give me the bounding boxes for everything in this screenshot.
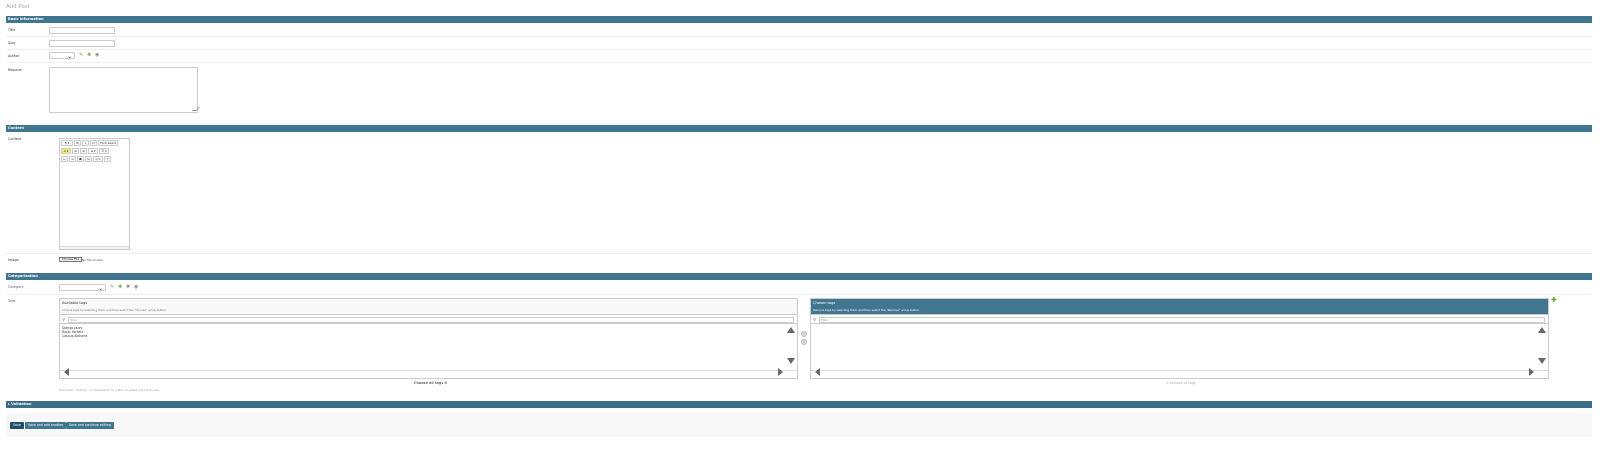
chosen-tags-box: Chosen tags Remove tags by selecting the… — [810, 298, 1549, 379]
text-color-button[interactable]: A ▾ — [61, 148, 71, 154]
title-input[interactable] — [49, 27, 115, 34]
code-view-button[interactable]: </> — [93, 156, 104, 162]
image-button[interactable]: ◼ — [77, 156, 84, 162]
plus-icon[interactable]: ✚ — [87, 52, 91, 58]
editor-text-area[interactable] — [61, 166, 128, 245]
author-select[interactable]: --------- ⌄ — [49, 52, 75, 60]
choose-file-button[interactable]: Choose File — [59, 257, 83, 262]
chosen-filter-row: ⚲ Filter — [811, 316, 1548, 324]
scroll-up-icon[interactable] — [787, 327, 795, 333]
bold-button[interactable]: B — [74, 140, 81, 146]
file-status: No file chosen — [82, 258, 104, 262]
tags-label: Tags — [8, 299, 16, 303]
row-divider — [6, 49, 1592, 50]
chosen-tags-help: Remove tags by selecting them and then s… — [813, 308, 921, 312]
font-size-dropdown[interactable]: Font size ▾ — [98, 140, 118, 146]
align-left-button[interactable]: ≡ — [72, 148, 79, 154]
section-basic-information: Basic information — [6, 16, 1592, 23]
row-divider — [6, 253, 1592, 254]
row-divider — [6, 294, 1592, 295]
choose-all-link[interactable]: Choose all tags ⊕ — [414, 381, 447, 385]
available-filter-input[interactable]: Filter — [68, 317, 794, 323]
scroll-right-icon[interactable] — [778, 368, 783, 376]
fullscreen-button[interactable]: ⊡ — [85, 156, 92, 162]
scroll-right-icon[interactable] — [1529, 368, 1534, 376]
italic-button[interactable]: I — [82, 140, 89, 146]
category-label: Category — [8, 285, 24, 289]
save-add-another-button[interactable]: Save and add another — [25, 422, 67, 429]
search-icon: ⚲ — [62, 317, 65, 322]
editor-statusbar — [60, 246, 129, 249]
resume-label: Resume — [8, 68, 22, 72]
indent-button[interactable]: ⇥ — [69, 156, 76, 162]
chevron-down-icon: ⌄ — [97, 285, 103, 292]
underline-button[interactable]: U — [90, 140, 97, 146]
list-item[interactable]: Cascus Ablivera — [62, 334, 785, 338]
title-label: Title — [8, 28, 16, 32]
scroll-down-icon[interactable] — [787, 358, 795, 364]
scroll-down-icon[interactable] — [1538, 358, 1546, 364]
available-filter-row: ⚲ Filter — [60, 316, 797, 324]
pencil-icon[interactable]: ✎ — [79, 52, 83, 58]
chosen-filter-input[interactable]: Filter — [819, 317, 1545, 323]
page-title: Add Post — [6, 4, 30, 10]
list-dropdown[interactable]: ≡ ▾ — [88, 148, 98, 154]
close-icon[interactable]: ✖ — [126, 284, 130, 290]
resize-grip-icon[interactable] — [192, 107, 200, 111]
choose-arrow-button[interactable]: › — [801, 331, 807, 337]
scroll-left-icon[interactable] — [815, 368, 820, 376]
remove-all-link[interactable]: ⊖ Remove all tags — [1166, 381, 1195, 385]
save-continue-editing-button[interactable]: Save and continue editing — [66, 422, 114, 429]
section-validation[interactable]: ▸ Validation — [6, 401, 1592, 408]
horizontal-scrollbar[interactable] — [60, 370, 797, 378]
author-select-value: --------- — [52, 54, 63, 58]
chosen-tags-list[interactable] — [813, 326, 1536, 366]
table-dropdown[interactable]: ☰ ▾ — [99, 148, 109, 154]
submit-row — [6, 413, 1592, 437]
format-dropdown[interactable]: ¶ ▾ — [61, 140, 73, 146]
chosen-tags-title: Chosen tags — [813, 301, 836, 305]
row-divider — [6, 36, 1592, 37]
editor-toolbar-row-1: ¶ ▾ B I U Font size ▾ — [61, 139, 118, 147]
horizontal-scrollbar[interactable] — [811, 370, 1548, 378]
available-tags-list[interactable]: Django Jazzy Rusty Yorkers Cascus Ablive… — [62, 326, 785, 366]
validation-title: Validation — [11, 402, 32, 406]
chevron-down-icon: ⌄ — [66, 53, 72, 60]
available-tags-help: Choose tags by selecting them and then s… — [62, 308, 167, 312]
section-content: Content — [6, 125, 1592, 132]
resume-textarea[interactable] — [49, 67, 200, 113]
search-icon: ⚲ — [813, 317, 816, 322]
category-select-value: --------- — [62, 286, 73, 290]
available-tags-title: Available tags — [62, 301, 88, 305]
section-categorization: Categorization — [6, 273, 1592, 280]
editor-toolbar-row-3: ⇤ ⇥ ◼ ⊡ </> ? — [61, 155, 112, 163]
eye-icon[interactable]: ◉ — [95, 52, 99, 58]
eye-icon[interactable]: ◉ — [134, 284, 138, 290]
pencil-icon[interactable]: ✎ — [110, 284, 114, 290]
save-button[interactable]: Save — [10, 422, 24, 429]
row-divider — [6, 62, 1592, 63]
help-button[interactable]: ? — [104, 156, 112, 162]
scroll-left-icon[interactable] — [64, 368, 69, 376]
available-tags-box: Available tags Choose tags by selecting … — [59, 298, 798, 379]
slug-label: Slug — [8, 41, 16, 45]
tags-help-text: Hold down "Control", or "Command" on a M… — [59, 388, 160, 392]
image-label: Image — [8, 258, 19, 262]
scroll-up-icon[interactable] — [1538, 327, 1546, 333]
rich-text-editor[interactable]: ¶ ▾ B I U Font size ▾ A ▾ ≡ ≡ ≡ ▾ ☰ ▾ ⇤ … — [59, 138, 130, 250]
add-tag-plus-icon[interactable]: ✚ — [1551, 297, 1557, 304]
editor-toolbar-row-2: A ▾ ≡ ≡ ≡ ▾ ☰ ▾ — [61, 147, 109, 155]
align-center-button[interactable]: ≡ — [80, 148, 87, 154]
outdent-button[interactable]: ⇤ — [61, 156, 68, 162]
author-label: Author — [8, 54, 20, 58]
plus-icon[interactable]: ✚ — [118, 284, 122, 290]
chosen-tags-header: Chosen tags Remove tags by selecting the… — [811, 299, 1548, 315]
remove-arrow-button[interactable]: ‹ — [801, 339, 807, 345]
slug-input[interactable] — [49, 40, 115, 47]
category-select[interactable]: --------- ⌄ — [59, 284, 106, 292]
available-tags-header: Available tags Choose tags by selecting … — [60, 299, 797, 315]
content-label: Content — [8, 137, 22, 141]
